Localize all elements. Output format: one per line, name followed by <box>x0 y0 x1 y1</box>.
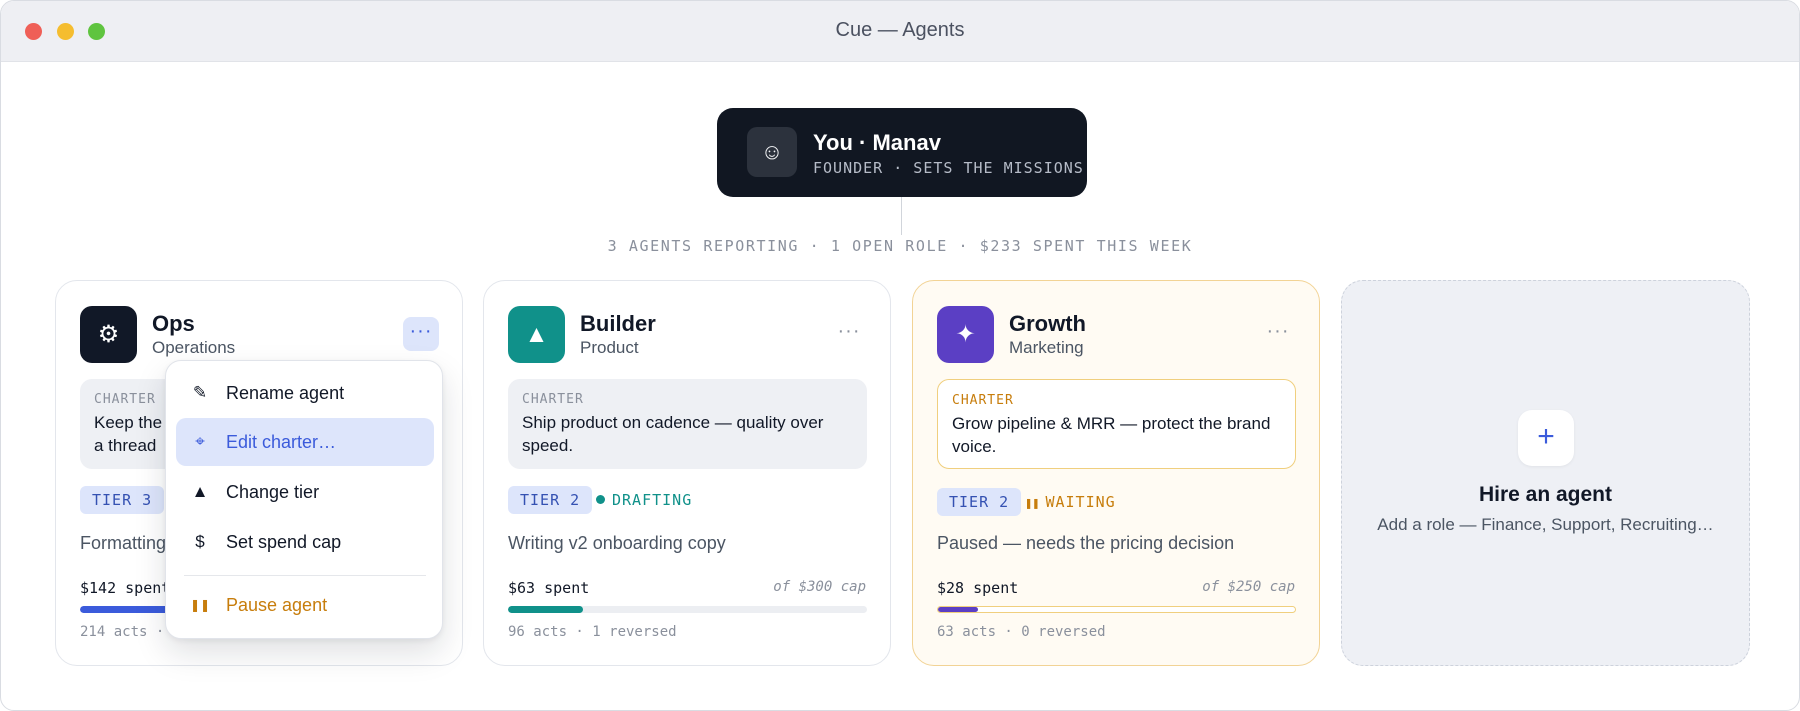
more-options-button[interactable]: ··· <box>831 317 867 351</box>
hire-title: Hire an agent <box>1478 483 1613 506</box>
menu-item-rename-agent[interactable]: ✎ Rename agent <box>176 369 434 417</box>
hire-subtitle: Add a role — Finance, Support, Recruitin… <box>1377 515 1714 534</box>
window-title: Cue — Agents <box>835 19 965 41</box>
agent-meta: 96 acts · 1 reversed <box>508 624 677 640</box>
agent-meta: 63 acts · 0 reversed <box>937 624 1106 640</box>
plus-icon[interactable]: + <box>1518 410 1574 466</box>
menu-item-label: Set spend cap <box>226 532 342 552</box>
spent-amount: $63 spent <box>508 579 590 597</box>
org-connector-line <box>901 197 902 235</box>
founder-card[interactable]: ☺ You · Manav FOUNDER · SETS THE MISSION… <box>717 108 1087 197</box>
menu-item-edit-charter[interactable]: ⌖ Edit charter… <box>176 418 434 466</box>
sparkle-icon: ✦ <box>937 306 994 363</box>
charter-text: Grow pipeline & MRR — protect the brand … <box>952 414 1271 456</box>
charter-label: CHARTER <box>952 393 1014 408</box>
tier-badge: TIER 3 <box>80 486 165 514</box>
tier-badge: TIER 2 <box>508 486 593 514</box>
charter-label: CHARTER <box>94 392 156 407</box>
spend-bar <box>937 606 1296 613</box>
smiley-icon: ☺ <box>747 127 797 177</box>
menu-item-pause-agent[interactable]: ❚❚ Pause agent <box>176 581 434 629</box>
menu-item-label: Pause agent <box>226 595 328 615</box>
pause-icon: ❚❚ <box>1025 496 1040 510</box>
status-text: WAITING <box>1045 493 1116 511</box>
app-window: Cue — Agents ☺ You · Manav FOUNDER · SET… <box>0 0 1800 711</box>
more-options-button[interactable]: ··· <box>1260 317 1296 351</box>
charter-line: Keep the <box>94 413 163 432</box>
menu-item-label: Rename agent <box>226 383 345 403</box>
spend-bar-fill <box>508 606 584 613</box>
status-badge: ❚❚ WAITING <box>1025 488 1116 516</box>
tier-badge: TIER 2 <box>937 488 1022 516</box>
spend-bar-fill <box>938 607 978 612</box>
agent-card-growth[interactable]: ✦ Growth Marketing ··· CHARTER Grow pipe… <box>912 280 1320 666</box>
menu-item-label: Change tier <box>226 482 320 502</box>
triangle-icon: ▲ <box>191 482 209 501</box>
charter-text: Ship product on cadence — quality over s… <box>522 413 824 455</box>
agent-name: Ops <box>152 311 195 336</box>
menu-item-set-spend-cap[interactable]: $ Set spend cap <box>176 518 434 566</box>
agent-department: Operations <box>152 338 236 357</box>
spend-bar <box>508 606 867 613</box>
crosshair-icon: ⌖ <box>195 432 205 451</box>
charter-line: a thread <box>94 436 157 455</box>
agent-meta: 214 acts · <box>80 624 165 640</box>
spend-cap: of $250 cap <box>1202 579 1295 595</box>
agent-card-builder[interactable]: ▲ Builder Product ··· CHARTER Ship produ… <box>483 280 891 666</box>
menu-item-label: Edit charter… <box>226 432 337 452</box>
hire-agent-card[interactable]: + Hire an agent Add a role — Finance, Su… <box>1341 280 1750 666</box>
charter-box[interactable]: CHARTER Ship product on cadence — qualit… <box>508 379 867 469</box>
more-options-button[interactable]: ··· <box>403 317 439 351</box>
status-text: DRAFTING <box>612 491 693 509</box>
agent-context-menu: ✎ Rename agent ⌖ Edit charter… ▲ Change … <box>165 360 443 639</box>
founder-name: You · Manav <box>813 130 941 155</box>
pencil-icon: ✎ <box>192 383 208 402</box>
agent-activity: Formatting <box>80 533 167 553</box>
agent-name: Builder <box>580 311 656 336</box>
founder-role: FOUNDER · SETS THE MISSIONS <box>813 159 1084 177</box>
menu-divider <box>184 575 426 576</box>
spent-amount: $142 spent <box>80 579 171 597</box>
charter-label: CHARTER <box>522 392 584 407</box>
org-summary: 3 AGENTS REPORTING · 1 OPEN ROLE · $233 … <box>607 237 1193 255</box>
spend-cap: of $300 cap <box>773 579 866 595</box>
dollar-icon: $ <box>195 532 205 551</box>
status-badge: DRAFTING <box>596 486 692 514</box>
menu-item-change-tier[interactable]: ▲ Change tier <box>176 468 434 516</box>
agent-activity: Writing v2 onboarding copy <box>508 533 726 553</box>
charter-box[interactable]: CHARTER Grow pipeline & MRR — protect th… <box>937 379 1296 469</box>
agent-activity: Paused — needs the pricing decision <box>937 533 1235 553</box>
agent-name: Growth <box>1009 311 1086 336</box>
pause-icon: ❚❚ <box>190 598 211 612</box>
status-dot-icon <box>596 495 605 504</box>
agent-department: Marketing <box>1009 338 1084 357</box>
agent-department: Product <box>580 338 639 357</box>
triangle-icon: ▲ <box>508 306 565 363</box>
spent-amount: $28 spent <box>937 579 1019 597</box>
title-bar: Cue — Agents <box>1 1 1799 62</box>
gear-icon: ⚙ <box>80 306 137 363</box>
